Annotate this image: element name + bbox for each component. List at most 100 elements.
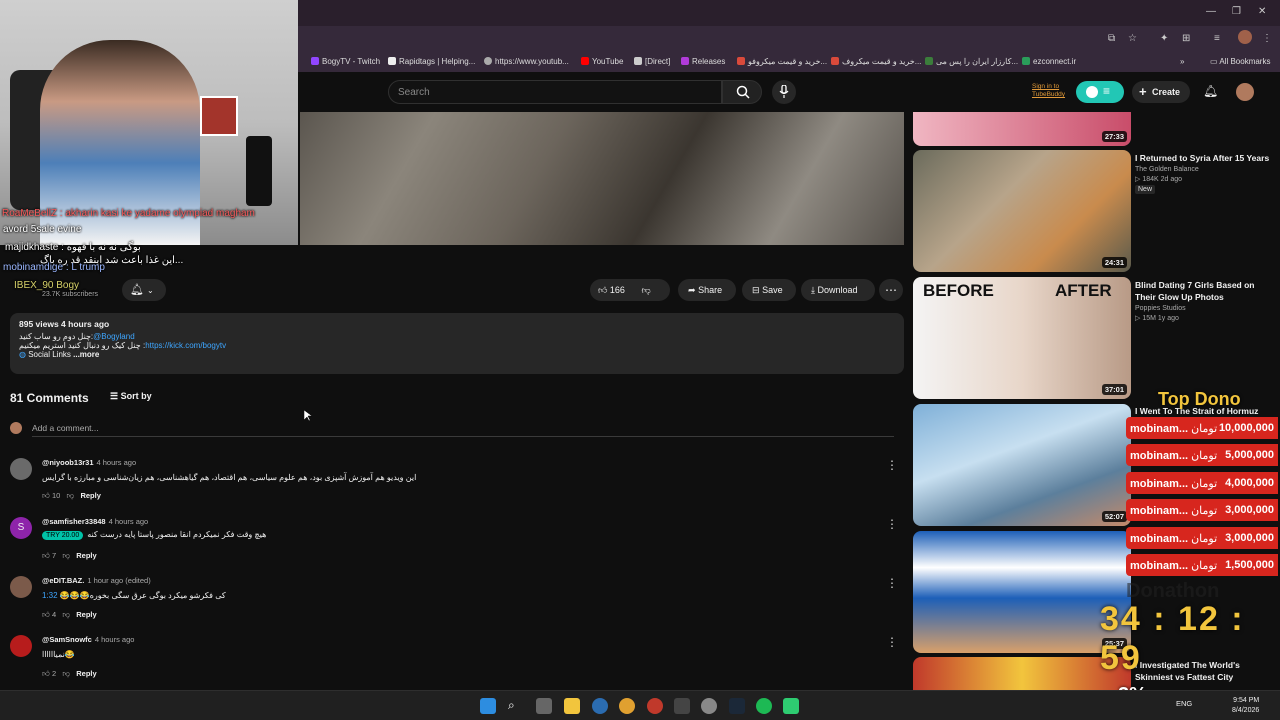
thumbs-down-icon[interactable]: 👎︎: [62, 551, 70, 560]
steam-icon[interactable]: [729, 698, 745, 714]
reply-button[interactable]: Reply: [80, 491, 100, 500]
puzzle-icon[interactable]: ⊞: [1182, 33, 1190, 44]
tune-icon[interactable]: ≡: [1214, 33, 1220, 44]
description-box[interactable]: 895 views 4 hours ago چنل دوم رو ساب کنی…: [10, 313, 904, 374]
comment-author[interactable]: @samfisher33848 4 hours ago: [42, 517, 148, 526]
comment-menu-icon[interactable]: ⋮: [886, 635, 898, 649]
thumbs-up-icon[interactable]: 👍︎: [42, 491, 50, 500]
bookmark-item[interactable]: [Direct]: [634, 57, 670, 66]
thumbs-up-icon[interactable]: 👍︎: [42, 551, 50, 560]
bookmark-item[interactable]: BogyTV - Twitch: [311, 57, 380, 66]
search-input[interactable]: Search: [388, 80, 722, 104]
comment-author[interactable]: @SamSnowfc 4 hours ago: [42, 635, 134, 644]
donation-entry: mobinam... تومان 5,000,000: [1126, 444, 1278, 466]
account-avatar[interactable]: [1236, 83, 1254, 101]
file-explorer-icon[interactable]: [564, 698, 580, 714]
comment-time[interactable]: 1 hour ago (edited): [87, 576, 150, 585]
minimize-icon[interactable]: —: [1206, 6, 1216, 17]
comment-time[interactable]: 4 hours ago: [97, 458, 137, 467]
bookmark-item[interactable]: YouTube: [581, 57, 623, 66]
chrome-icon[interactable]: [619, 698, 635, 714]
comment-time[interactable]: 4 hours ago: [95, 635, 135, 644]
maximize-icon[interactable]: ❐: [1232, 6, 1241, 17]
settings-icon[interactable]: [701, 698, 717, 714]
download-button[interactable]: ⤓ Download: [801, 279, 875, 301]
chat-message: IBEX_90 Bogy: [14, 280, 80, 291]
menu-icon[interactable]: ⋮: [1262, 33, 1272, 44]
comment-menu-icon[interactable]: ⋮: [886, 458, 898, 472]
all-bookmarks[interactable]: ▭ All Bookmarks: [1210, 57, 1270, 66]
comment-time[interactable]: 4 hours ago: [109, 517, 149, 526]
reply-button[interactable]: Reply: [76, 551, 96, 560]
system-clock[interactable]: 9:54 PM 8/4/2026: [1232, 696, 1259, 716]
related-video-thumbnail[interactable]: 25:37: [913, 531, 1131, 653]
app-icon[interactable]: [592, 698, 608, 714]
related-video-thumbnail[interactable]: 27:33: [913, 112, 1131, 146]
reply-button[interactable]: Reply: [76, 669, 96, 678]
comment-author[interactable]: @eDIT.BAZ. 1 hour ago (edited): [42, 576, 151, 585]
task-view-icon[interactable]: [536, 698, 552, 714]
related-video-thumbnail[interactable]: BEFORE AFTER 37:01: [913, 277, 1131, 399]
bookmark-item[interactable]: خرید و قیمت میکروف...: [831, 57, 921, 66]
thumbs-down-icon[interactable]: 👎︎: [62, 610, 70, 619]
sort-button[interactable]: ☰ Sort by: [110, 391, 152, 402]
bookmark-item[interactable]: کارزار ایران را پس می...: [925, 57, 1018, 66]
profile-avatar[interactable]: [1238, 30, 1252, 44]
search-button[interactable]: [722, 80, 762, 104]
kick-link[interactable]: https://kick.com/bogytv: [145, 341, 226, 350]
bookmark-item[interactable]: https://www.youtub...: [484, 57, 569, 66]
comment-menu-icon[interactable]: ⋮: [886, 517, 898, 531]
related-video-info[interactable]: I Returned to Syria After 15 Years The G…: [1135, 152, 1270, 194]
start-icon[interactable]: [480, 698, 496, 714]
timestamp-link[interactable]: 1:32: [42, 591, 58, 600]
show-more-link[interactable]: ...more: [73, 350, 99, 359]
more-actions-icon[interactable]: ⋯: [879, 279, 903, 301]
like-button[interactable]: 👍︎ 166 👎︎: [590, 279, 670, 301]
save-button[interactable]: ⊟ Save: [742, 279, 796, 301]
reply-button[interactable]: Reply: [76, 610, 96, 619]
bell-icon[interactable]: 🔔︎: [1203, 84, 1218, 98]
related-video-thumbnail[interactable]: 52:07: [913, 404, 1131, 526]
channel-mention-link[interactable]: @Bogyland: [93, 332, 134, 341]
commenter-avatar[interactable]: [10, 458, 32, 480]
related-video-title[interactable]: Blind Dating 7 Girls Based on Their Glow…: [1135, 279, 1270, 303]
related-video-thumbnail[interactable]: 24:31: [913, 150, 1131, 272]
share-button[interactable]: ➦ Share: [678, 279, 736, 301]
related-video-info[interactable]: Blind Dating 7 Girls Based on Their Glow…: [1135, 279, 1270, 322]
close-icon[interactable]: ✕: [1258, 6, 1266, 17]
language-indicator[interactable]: ENG: [1176, 699, 1192, 708]
related-video-title[interactable]: I Returned to Syria After 15 Years: [1135, 152, 1270, 164]
thumbs-up-icon[interactable]: 👍︎: [42, 669, 50, 678]
comment-actions: 👍︎ 4 👎︎ Reply: [42, 610, 97, 619]
cast-icon[interactable]: ⧉: [1108, 33, 1115, 44]
notification-bell-button[interactable]: 🔔︎ ⌄: [122, 279, 166, 301]
tubebuddy-button[interactable]: ≡: [1076, 81, 1124, 103]
chevron-right-icon[interactable]: »: [1180, 57, 1184, 66]
commenter-avatar[interactable]: [10, 635, 32, 657]
comment-author[interactable]: @niyoob13r31 4 hours ago: [42, 458, 136, 467]
bookmark-item[interactable]: خرید و قیمت میکروفو...: [737, 57, 827, 66]
thumbs-down-icon[interactable]: 👎︎: [641, 285, 650, 295]
bookmark-item[interactable]: Rapidtags | Helping...: [388, 57, 475, 66]
tubebuddy-signin-link[interactable]: Sign in to TubeBuddy: [1032, 83, 1065, 99]
voice-search-button[interactable]: [772, 80, 796, 104]
video-player[interactable]: [300, 112, 904, 245]
comment-menu-icon[interactable]: ⋮: [886, 576, 898, 590]
extension-icon[interactable]: ✦: [1160, 33, 1168, 44]
thumbs-up-icon[interactable]: 👍︎: [42, 610, 50, 619]
thumbs-down-icon[interactable]: 👎︎: [62, 669, 70, 678]
spotify-icon[interactable]: [756, 698, 772, 714]
create-button[interactable]: + Create: [1132, 81, 1190, 103]
bookmark-item[interactable]: ezconnect.ir: [1022, 57, 1076, 66]
commenter-avatar[interactable]: S: [10, 517, 32, 539]
thumbs-down-icon[interactable]: 👎︎: [67, 491, 75, 500]
obs-icon[interactable]: [647, 698, 663, 714]
app-icon[interactable]: [783, 698, 799, 714]
bookmark-star-icon[interactable]: ☆: [1128, 33, 1137, 44]
search-icon[interactable]: ⌕: [508, 698, 524, 714]
related-video-thumbnail[interactable]: [913, 657, 1131, 690]
app-icon[interactable]: [674, 698, 690, 714]
bookmark-item[interactable]: Releases: [681, 57, 725, 66]
commenter-avatar[interactable]: [10, 576, 32, 598]
add-comment-input[interactable]: Add a comment...: [32, 423, 894, 437]
